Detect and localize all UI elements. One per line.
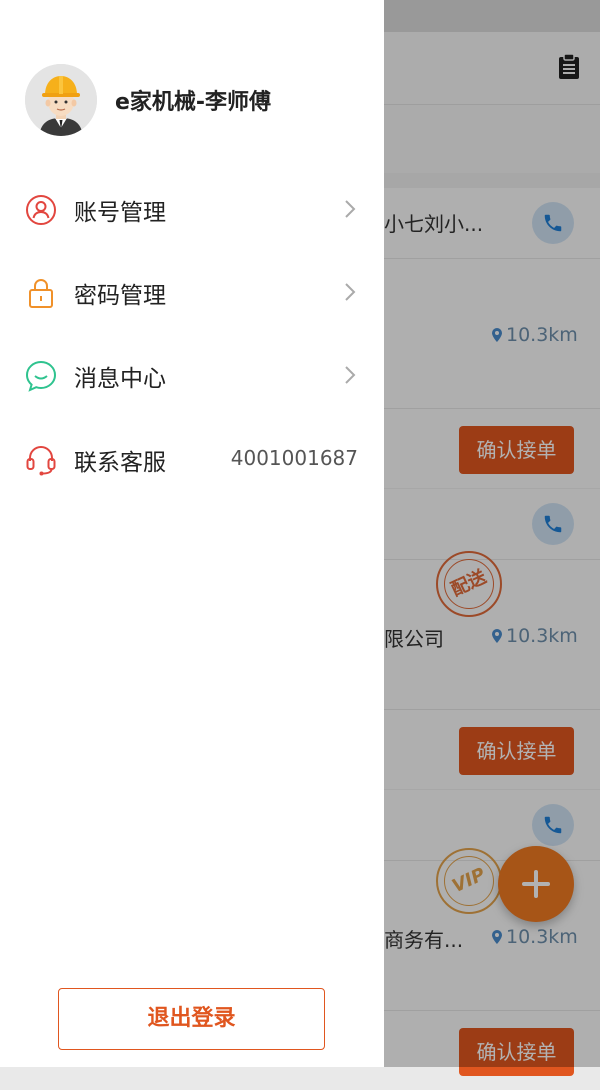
menu-item-label: 密码管理 <box>74 283 166 309</box>
menu-item-support[interactable]: 联系客服 4001001687 <box>0 418 384 501</box>
chevron-right-icon <box>345 283 356 301</box>
menu-item-label: 联系客服 <box>74 450 166 476</box>
menu-item-messages[interactable]: 消息中心 <box>0 334 384 417</box>
chevron-right-icon <box>345 366 356 384</box>
chevron-right-icon <box>345 200 356 218</box>
side-drawer: e家机械-李师傅 账号管理 密码管理 消息中心 联系客服 4001001687 … <box>0 0 384 1067</box>
message-icon <box>25 360 57 392</box>
avatar[interactable] <box>25 64 97 136</box>
lock-icon <box>29 278 53 308</box>
menu-item-label: 消息中心 <box>74 366 166 392</box>
worker-avatar-icon <box>25 64 97 136</box>
username: e家机械-李师傅 <box>115 90 272 115</box>
support-phone-number[interactable]: 4001001687 <box>231 446 358 470</box>
menu-item-label: 账号管理 <box>74 200 166 226</box>
menu-item-account[interactable]: 账号管理 <box>0 168 384 251</box>
headset-icon <box>26 445 56 476</box>
logout-button[interactable]: 退出登录 <box>58 988 325 1050</box>
menu-item-password[interactable]: 密码管理 <box>0 251 384 334</box>
user-icon <box>26 195 56 225</box>
